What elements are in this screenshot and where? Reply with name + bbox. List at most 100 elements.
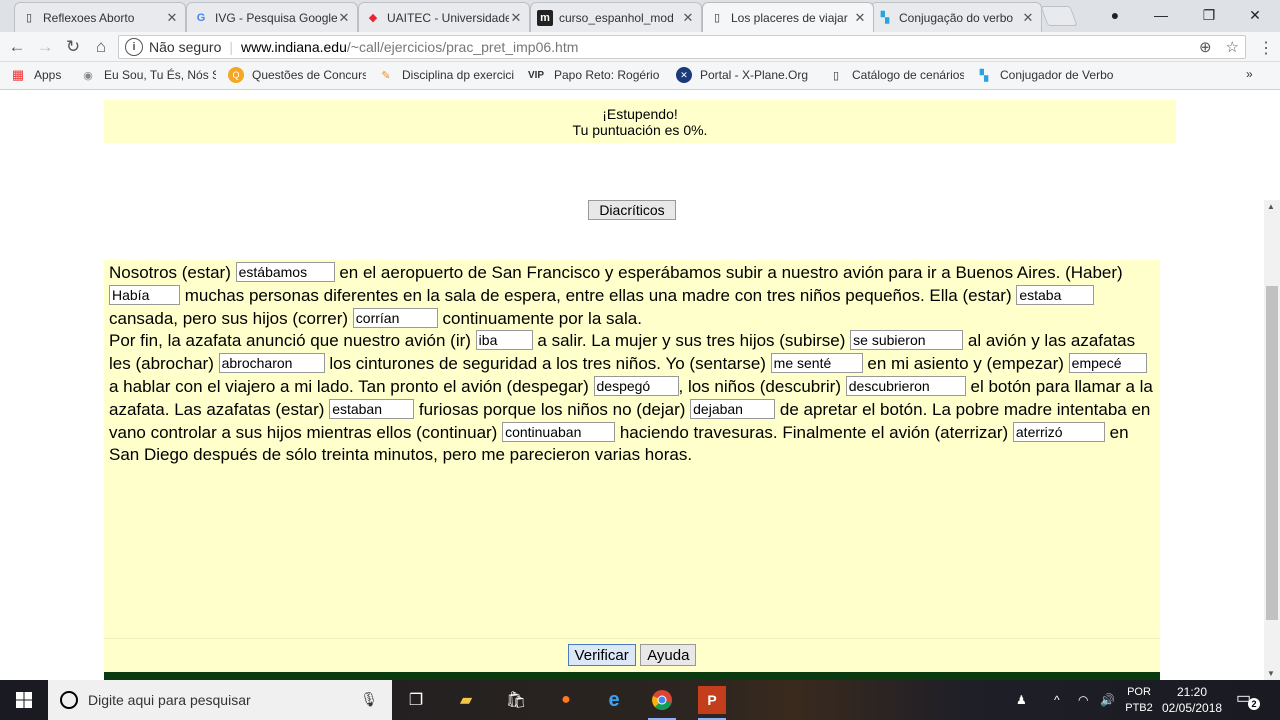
answer-input-abrochar[interactable]: [218, 353, 325, 374]
close-icon[interactable]: ✕: [1021, 10, 1035, 26]
new-tab-button[interactable]: [1040, 6, 1078, 26]
close-icon[interactable]: ✕: [337, 10, 351, 26]
notifications-icon[interactable]: ▭ 2: [1236, 688, 1260, 710]
back-arrow-icon[interactable]: ←: [6, 36, 28, 58]
bookmark-apps[interactable]: ▦ Apps: [10, 67, 70, 83]
answer-input-despegar[interactable]: [593, 375, 679, 396]
close-icon[interactable]: ✕: [165, 10, 179, 26]
close-icon[interactable]: ✕: [853, 10, 867, 26]
task-view-icon[interactable]: ❐: [402, 686, 430, 714]
window-close-button[interactable]: ✕: [1232, 0, 1278, 30]
forward-arrow-icon[interactable]: →: [34, 36, 56, 58]
page-content: ¡Estupendo! Tu puntuación es 0%. Diacrít…: [0, 90, 1264, 680]
bookmark-papo-reto[interactable]: VIP Papo Reto: Rogério Fortes: [526, 67, 662, 83]
bookmark-catalogo[interactable]: ▯ Catálogo de cenários: [828, 67, 964, 83]
divider: |: [229, 39, 234, 55]
uaitec-icon: ◆: [368, 12, 378, 24]
edge-icon[interactable]: e: [600, 686, 628, 714]
tab-title: Conjugação do verbo: [899, 10, 1014, 25]
vertical-scrollbar[interactable]: ▲ ▼: [1264, 200, 1280, 680]
exercise-text-segment: muchas personas diferentes en la sala de…: [184, 285, 1012, 305]
graduation-cap-icon: ✎: [381, 69, 391, 82]
exercise-text-segment: continuamente por la sala.: [442, 308, 642, 328]
answer-input-estar-3[interactable]: [329, 398, 415, 419]
exercise-text-segment: en mi asiento y (empezar): [867, 354, 1064, 374]
store-icon[interactable]: 🛍: [502, 686, 530, 714]
close-icon[interactable]: ✕: [681, 10, 695, 26]
tray-overflow-icon[interactable]: ^: [1054, 680, 1068, 720]
bookmark-xplane[interactable]: ✕ Portal - X-Plane.Org: [676, 67, 816, 83]
tab-curso-espanhol[interactable]: m curso_espanhol_mod ✕: [530, 2, 702, 32]
xplane-icon: ✕: [676, 67, 692, 83]
bookmark-eu-sou[interactable]: ◉ Eu Sou, Tu És, Nós Somos: [80, 67, 216, 83]
bookmark-questoes[interactable]: Q Questões de Concursos: [228, 67, 366, 83]
answer-input-correr[interactable]: [352, 307, 438, 328]
tab-title: curso_espanhol_mod: [559, 10, 674, 25]
microphone-icon[interactable]: 🎙: [360, 691, 378, 708]
cortana-icon: [60, 691, 78, 709]
info-icon[interactable]: i: [125, 38, 143, 56]
chrome-logo-icon: [652, 690, 672, 710]
security-label[interactable]: Não seguro: [149, 39, 221, 55]
powerpoint-icon[interactable]: P: [698, 686, 726, 720]
profile-icon[interactable]: ●: [1092, 0, 1138, 30]
moodle-icon: m: [537, 9, 553, 26]
star-icon[interactable]: ☆: [1226, 38, 1239, 56]
answer-input-dejar[interactable]: [690, 398, 776, 419]
answer-input-subirse[interactable]: [850, 330, 964, 351]
document-icon: ▯: [25, 12, 33, 24]
tab-title: Reflexoes Aborto: [43, 10, 135, 25]
tab-reflexoes-aborto[interactable]: ▯ Reflexoes Aborto ✕: [14, 2, 186, 32]
tab-ivg-pesquisa[interactable]: G IVG - Pesquisa Google ✕: [186, 2, 358, 32]
answer-input-estar-2[interactable]: [1016, 284, 1095, 305]
scrollbar-thumb[interactable]: [1266, 286, 1278, 620]
scroll-up-icon[interactable]: ▲: [1267, 202, 1275, 211]
wifi-icon[interactable]: ◠: [1078, 680, 1094, 720]
answer-input-aterrizar[interactable]: [1012, 421, 1105, 442]
tab-title: UAITEC - Universidade: [387, 10, 509, 25]
exercise-text-segment: a hablar con el viajero a mi lado. Tan p…: [109, 376, 589, 396]
firefox-icon[interactable]: ●: [552, 686, 580, 714]
bookmarks-overflow-icon[interactable]: »: [1246, 67, 1253, 81]
tab-los-placeres[interactable]: ▯ Los placeres de viajar ✕: [702, 2, 874, 32]
people-icon[interactable]: ♟: [1016, 680, 1036, 720]
windows-taskbar: Digite aqui para pesquisar 🎙 ❐ ▰ 🛍 ● e P…: [0, 680, 1280, 720]
windows-start-button[interactable]: [0, 680, 48, 720]
answer-input-ir[interactable]: [475, 330, 533, 351]
bookmark-favicon-icon: ◉: [83, 69, 93, 82]
tab-title: Los placeres de viajar: [731, 10, 848, 25]
bookmark-conjugador[interactable]: ▚ Conjugador de Verbos: [976, 67, 1114, 83]
minimize-button[interactable]: —: [1138, 0, 1184, 30]
home-icon[interactable]: ⌂: [90, 36, 112, 58]
help-button[interactable]: Ayuda: [640, 644, 697, 666]
menu-icon[interactable]: ⋮: [1258, 38, 1274, 58]
zoom-icon[interactable]: ⊕: [1199, 38, 1212, 56]
tab-conjugacao[interactable]: ▚ Conjugação do verbo ✕: [870, 2, 1042, 32]
exercise-text-segment: furiosas porque los niños no (dejar): [418, 399, 686, 419]
answer-input-haber[interactable]: [109, 284, 180, 305]
volume-icon[interactable]: 🔊: [1100, 680, 1118, 720]
answer-input-sentarse[interactable]: [770, 353, 863, 374]
bookmark-disciplina[interactable]: ✎ Disciplina dp exercicios: [378, 67, 514, 83]
answer-input-estar-1[interactable]: [235, 262, 335, 282]
notification-count: 2: [1248, 698, 1260, 710]
close-icon[interactable]: ✕: [509, 10, 523, 26]
restore-button[interactable]: ❐: [1186, 0, 1232, 30]
bookmark-label: Papo Reto: Rogério Fortes: [554, 68, 662, 82]
file-explorer-icon[interactable]: ▰: [452, 686, 480, 714]
answer-input-continuar[interactable]: [502, 421, 616, 442]
clock[interactable]: 21:20 02/05/2018: [1162, 684, 1222, 716]
answer-input-descubrir[interactable]: [845, 375, 966, 396]
exercise-text-segment: , los niños (descubrir): [678, 376, 842, 396]
address-bar[interactable]: i Não seguro | www.indiana.edu /~call/ej…: [118, 35, 1246, 59]
reload-icon[interactable]: ↻: [62, 36, 84, 58]
language-indicator[interactable]: POR PTB2: [1124, 684, 1154, 716]
diacriticos-button[interactable]: Diacríticos: [588, 200, 676, 220]
tab-uaitec[interactable]: ◆ UAITEC - Universidade ✕: [358, 2, 530, 32]
chrome-icon[interactable]: [648, 686, 676, 720]
taskbar-search[interactable]: Digite aqui para pesquisar 🎙: [48, 680, 392, 720]
scroll-down-icon[interactable]: ▼: [1267, 669, 1275, 678]
exercise-text-segment: en el aeropuerto de San Francisco y espe…: [339, 263, 1123, 282]
verify-button[interactable]: Verificar: [567, 644, 636, 666]
answer-input-empezar[interactable]: [1068, 353, 1147, 374]
